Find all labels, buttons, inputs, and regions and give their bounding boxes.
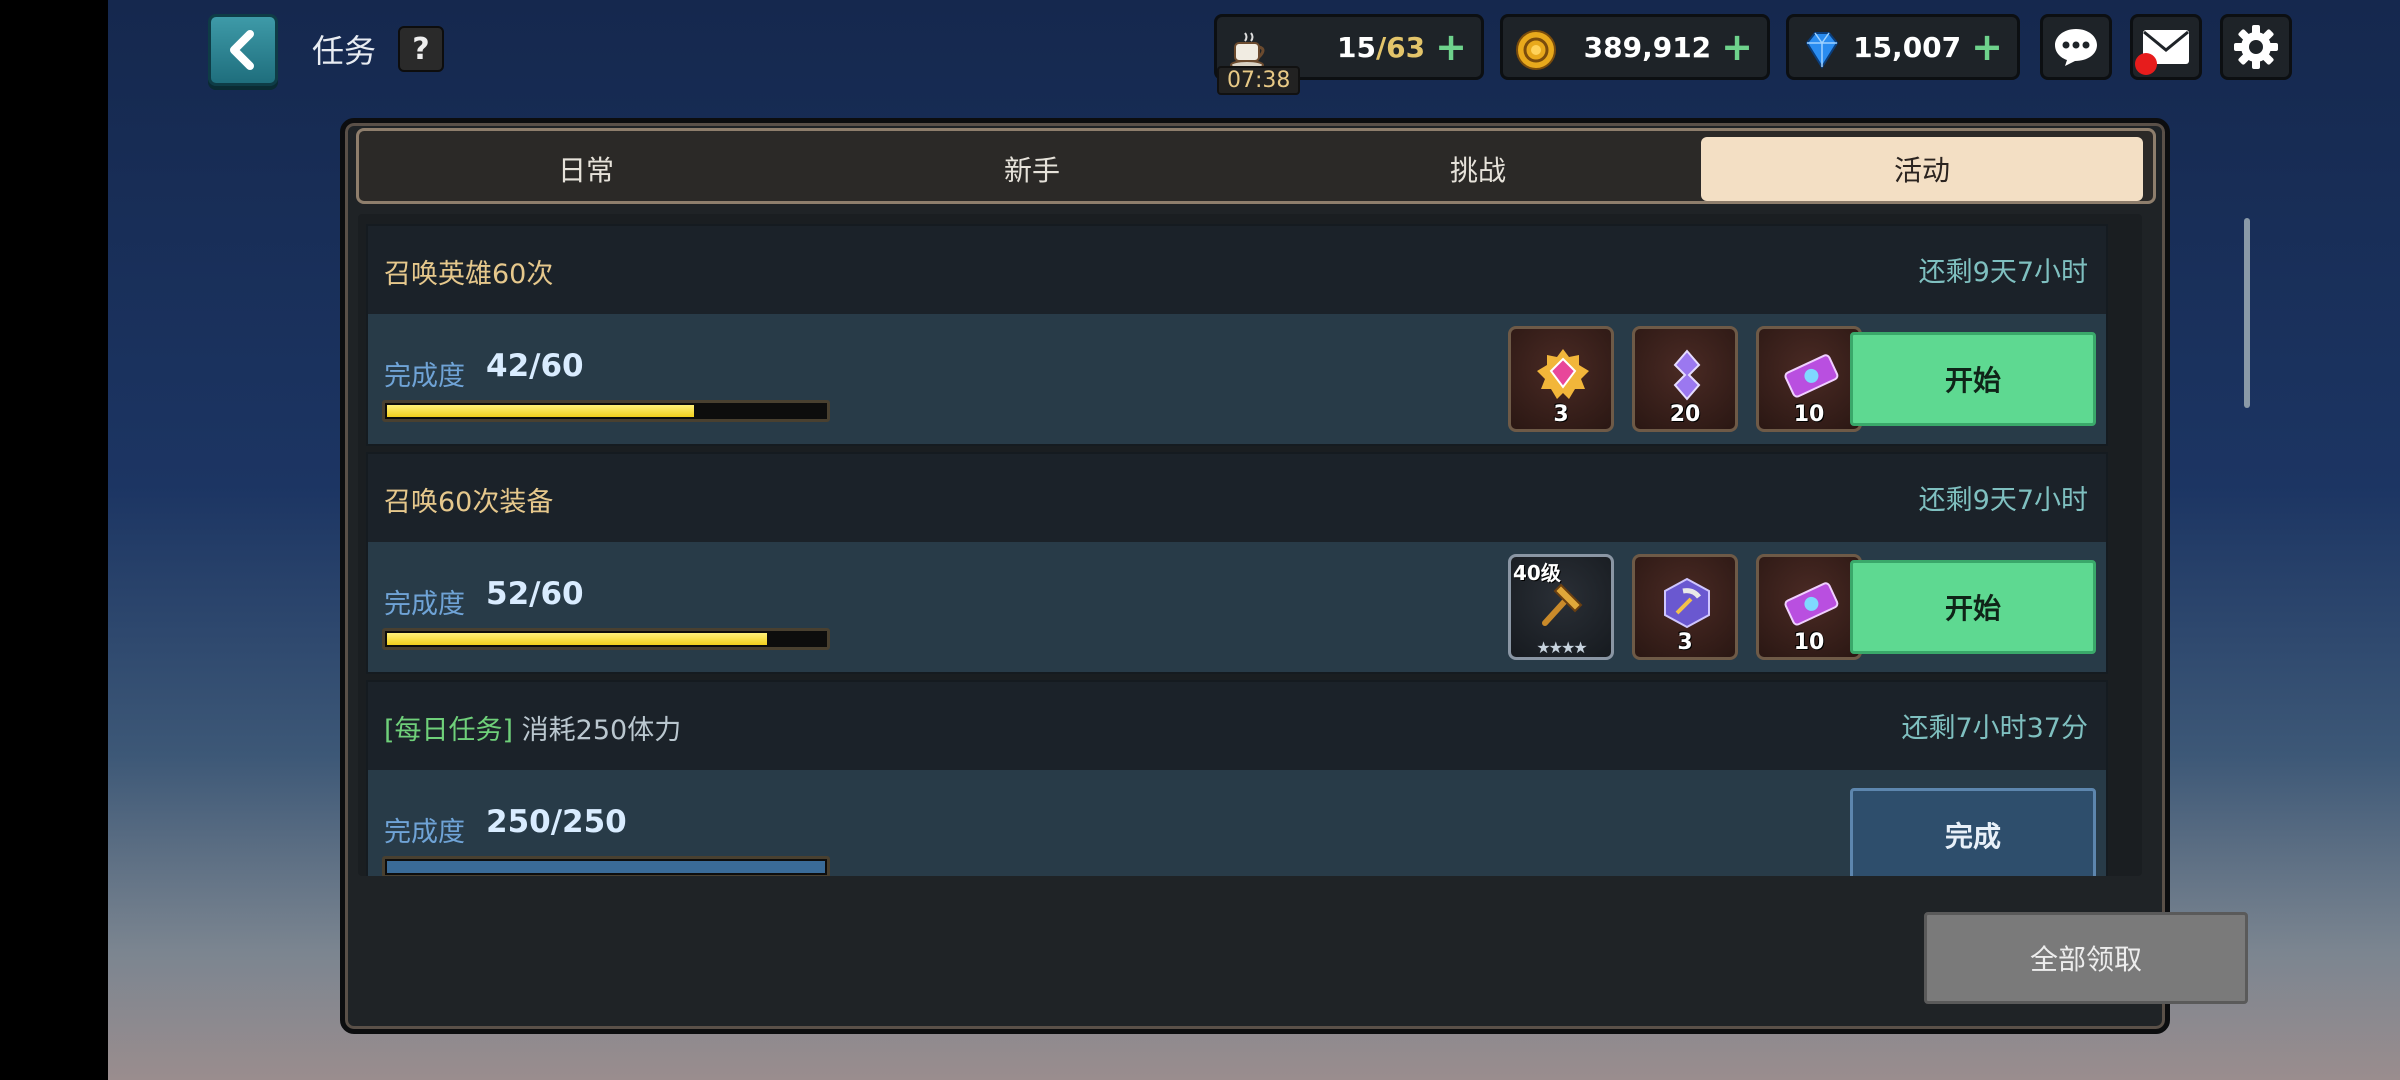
progress-bar	[382, 856, 830, 876]
gold-coin-icon	[1516, 30, 1556, 70]
stamina-max: /63	[1375, 30, 1426, 64]
page-title: 任务	[312, 32, 377, 70]
chat-button[interactable]	[2040, 14, 2112, 80]
summon-ticket-icon	[1784, 354, 1839, 398]
chat-bubble-icon	[2055, 29, 2097, 66]
progress-label: 完成度	[384, 589, 465, 620]
equipment-level: 40级	[1513, 561, 1561, 585]
purple-crystal-icon	[1673, 349, 1701, 401]
stamina-timer: 07:38	[1217, 66, 1301, 95]
reward-count: 10	[1793, 402, 1825, 427]
game-screen: 任务 ? 15/63 + 07:38 389,912 + 15,007 + 日常…	[108, 0, 2400, 1080]
daily-quest-tag: [每日任务]	[384, 715, 514, 746]
reward-item[interactable]: 3	[1632, 554, 1738, 660]
progress-bar	[382, 400, 830, 422]
reward-count: 20	[1669, 402, 1701, 427]
stamina-add-button[interactable]: +	[1435, 28, 1467, 66]
pink-gem-badge-icon	[1537, 349, 1589, 399]
scrollbar[interactable]	[2244, 218, 2250, 408]
tab-bar: 日常 新手 挑战 活动	[356, 128, 2156, 204]
quest-header: [每日任务] 消耗250体力 还剩7小时37分	[368, 682, 2106, 770]
progress-bar-fill	[387, 633, 767, 645]
back-button[interactable]	[208, 14, 278, 86]
gear-icon	[2234, 25, 2278, 69]
quest-list[interactable]: 召唤英雄60次 还剩9天7小时 完成度 42/60 3 20 10 开始 召唤6…	[358, 214, 2142, 876]
reward-count: 10	[1793, 630, 1825, 655]
time-remaining: 还剩9天7小时	[1918, 257, 2088, 288]
blue-diamond-icon	[1805, 32, 1839, 69]
notification-dot	[2135, 53, 2157, 75]
time-remaining: 还剩7小时37分	[1901, 713, 2088, 744]
gem-resource: 15,007 +	[1786, 14, 2020, 80]
chevron-left-icon	[230, 30, 254, 70]
pickaxe-hexagon-icon	[1664, 577, 1710, 629]
progress-bar-fill	[387, 405, 694, 417]
reward-item[interactable]: 40级 ★★★★	[1508, 554, 1614, 660]
quest-card: [每日任务] 消耗250体力 还剩7小时37分 完成度 250/250 完成	[366, 680, 2108, 876]
claim-all-button[interactable]: 全部领取	[1924, 912, 2248, 1004]
tab-daily[interactable]: 日常	[365, 137, 807, 201]
start-button[interactable]: 开始	[1850, 560, 2096, 654]
progress-bar-fill	[387, 861, 825, 873]
settings-button[interactable]	[2220, 14, 2292, 80]
star-rating: ★★★★	[1536, 638, 1587, 657]
gold-value: 389,912	[1583, 30, 1712, 64]
gem-value: 15,007	[1853, 30, 1962, 64]
complete-button[interactable]: 完成	[1850, 788, 2096, 876]
tab-challenge[interactable]: 挑战	[1257, 137, 1699, 201]
gold-add-button[interactable]: +	[1721, 28, 1753, 66]
tab-beginner[interactable]: 新手	[811, 137, 1253, 201]
reward-item[interactable]: 10	[1756, 326, 1862, 432]
stamina-current: 15	[1336, 30, 1376, 64]
quest-title: 召唤60次装备	[384, 487, 554, 518]
progress-label: 完成度	[384, 817, 465, 848]
quest-card: 召唤英雄60次 还剩9天7小时 完成度 42/60 3 20 10 开始	[366, 224, 2108, 446]
mail-button[interactable]	[2130, 14, 2202, 80]
stamina-resource: 15/63 + 07:38	[1214, 14, 1484, 95]
reward-item[interactable]: 20	[1632, 326, 1738, 432]
quest-title: 召唤英雄60次	[384, 259, 554, 290]
help-button[interactable]: ?	[398, 26, 444, 72]
quest-title: [每日任务] 消耗250体力	[384, 708, 681, 747]
coffee-cup-icon	[1230, 32, 1265, 70]
progress-value: 52/60	[486, 576, 584, 612]
progress-bar	[382, 628, 830, 650]
tab-event[interactable]: 活动	[1701, 137, 2143, 201]
reward-item[interactable]: 10	[1756, 554, 1862, 660]
quest-title-text: 消耗250体力	[521, 715, 682, 746]
quest-header: 召唤60次装备 还剩9天7小时	[368, 454, 2106, 542]
progress-value: 250/250	[486, 804, 627, 840]
gem-add-button[interactable]: +	[1971, 28, 2003, 66]
reward-count: 3	[1553, 402, 1569, 427]
summon-ticket-icon	[1784, 582, 1839, 626]
quest-header: 召唤英雄60次 还剩9天7小时	[368, 226, 2106, 314]
time-remaining: 还剩9天7小时	[1918, 485, 2088, 516]
quest-card: 召唤60次装备 还剩9天7小时 完成度 52/60 40级 ★★★★ 3 10 …	[366, 452, 2108, 674]
start-button[interactable]: 开始	[1850, 332, 2096, 426]
reward-item[interactable]: 3	[1508, 326, 1614, 432]
progress-value: 42/60	[486, 348, 584, 384]
gold-resource: 389,912 +	[1500, 14, 1770, 80]
progress-label: 完成度	[384, 361, 465, 392]
reward-count: 3	[1677, 630, 1693, 655]
